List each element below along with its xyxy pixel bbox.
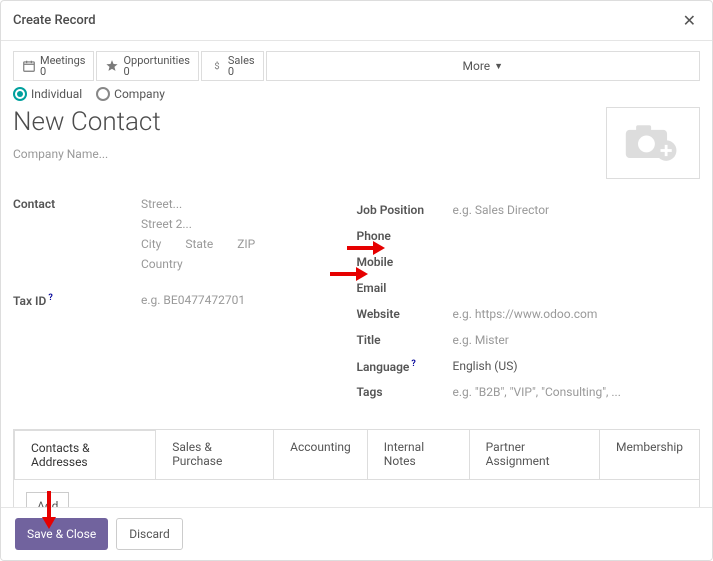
svg-text:$: $ <box>214 61 219 72</box>
calendar-icon <box>22 59 36 73</box>
stat-meetings[interactable]: Meetings 0 <box>13 51 94 81</box>
image-upload[interactable] <box>606 107 700 179</box>
stat-sales[interactable]: $ Sales 0 <box>201 51 264 81</box>
stat-opps-count: 0 <box>123 66 189 77</box>
close-icon[interactable]: ✕ <box>679 9 700 32</box>
radio-individual-label: Individual <box>31 87 82 101</box>
modal-title: Create Record <box>13 13 96 28</box>
radio-company[interactable]: Company <box>96 87 165 101</box>
job-input[interactable]: e.g. Sales Director <box>453 203 550 217</box>
label-tags: Tags <box>357 385 453 399</box>
street-input[interactable]: Street... <box>141 197 255 211</box>
taxid-input[interactable]: e.g. BE0477472701 <box>141 293 245 307</box>
zip-input[interactable]: ZIP <box>237 237 255 251</box>
label-job: Job Position <box>357 203 453 217</box>
tab-sales-purchase[interactable]: Sales & Purchase <box>156 430 274 479</box>
stat-meetings-count: 0 <box>40 66 85 77</box>
label-title: Title <box>357 333 453 347</box>
star-icon <box>105 59 119 73</box>
tab-membership[interactable]: Membership <box>600 430 699 479</box>
tab-accounting[interactable]: Accounting <box>274 430 368 479</box>
country-input[interactable]: Country <box>141 257 255 271</box>
help-icon[interactable]: ? <box>48 293 52 303</box>
label-website: Website <box>357 307 453 321</box>
tags-input[interactable]: e.g. "B2B", "VIP", "Consulting", ... <box>453 385 621 399</box>
street2-input[interactable]: Street 2... <box>141 217 255 231</box>
website-input[interactable]: e.g. https://www.odoo.com <box>453 307 598 321</box>
tab-partner-assignment[interactable]: Partner Assignment <box>470 430 600 479</box>
help-icon[interactable]: ? <box>411 359 415 369</box>
create-record-modal: Create Record ✕ Meetings 0 Opportunities <box>0 0 713 561</box>
contact-name-input[interactable]: New Contact <box>13 107 161 137</box>
modal-footer: Save & Close Discard <box>1 507 712 560</box>
save-close-button[interactable]: Save & Close <box>15 518 108 550</box>
stat-buttons: Meetings 0 Opportunities 0 $ Sales <box>13 51 700 81</box>
title-input[interactable]: e.g. Mister <box>453 333 509 347</box>
label-taxid: Tax ID? <box>13 293 141 308</box>
company-name-input[interactable]: Company Name... <box>13 147 161 161</box>
radio-circle-icon <box>96 87 110 101</box>
stat-sales-count: 0 <box>228 66 255 77</box>
label-email: Email <box>357 281 453 295</box>
state-input[interactable]: State <box>185 237 213 251</box>
contact-tabs: Contacts & Addresses Sales & Purchase Ac… <box>13 429 700 479</box>
dollar-icon: $ <box>210 59 224 73</box>
stat-more[interactable]: More ▼ <box>266 51 700 81</box>
discard-button[interactable]: Discard <box>116 518 183 550</box>
company-type-radiogroup: Individual Company <box>13 87 700 101</box>
label-contact: Contact <box>13 197 141 211</box>
tab-contacts-addresses[interactable]: Contacts & Addresses <box>14 430 156 479</box>
stat-more-label: More <box>463 59 491 73</box>
language-select[interactable]: English (US) <box>453 359 518 373</box>
radio-individual[interactable]: Individual <box>13 87 82 101</box>
city-input[interactable]: City <box>141 237 161 251</box>
label-phone: Phone <box>357 229 453 243</box>
label-mobile: Mobile <box>357 255 453 269</box>
radio-company-label: Company <box>114 87 165 101</box>
stat-opps-label: Opportunities <box>123 55 189 66</box>
radio-dot-icon <box>13 87 27 101</box>
label-language: Language? <box>357 359 453 374</box>
stat-opportunities[interactable]: Opportunities 0 <box>96 51 198 81</box>
tab-internal-notes[interactable]: Internal Notes <box>368 430 470 479</box>
caret-down-icon: ▼ <box>494 61 503 72</box>
stat-meetings-label: Meetings <box>40 55 85 66</box>
camera-add-icon <box>623 119 683 167</box>
modal-header: Create Record ✕ <box>1 1 712 41</box>
